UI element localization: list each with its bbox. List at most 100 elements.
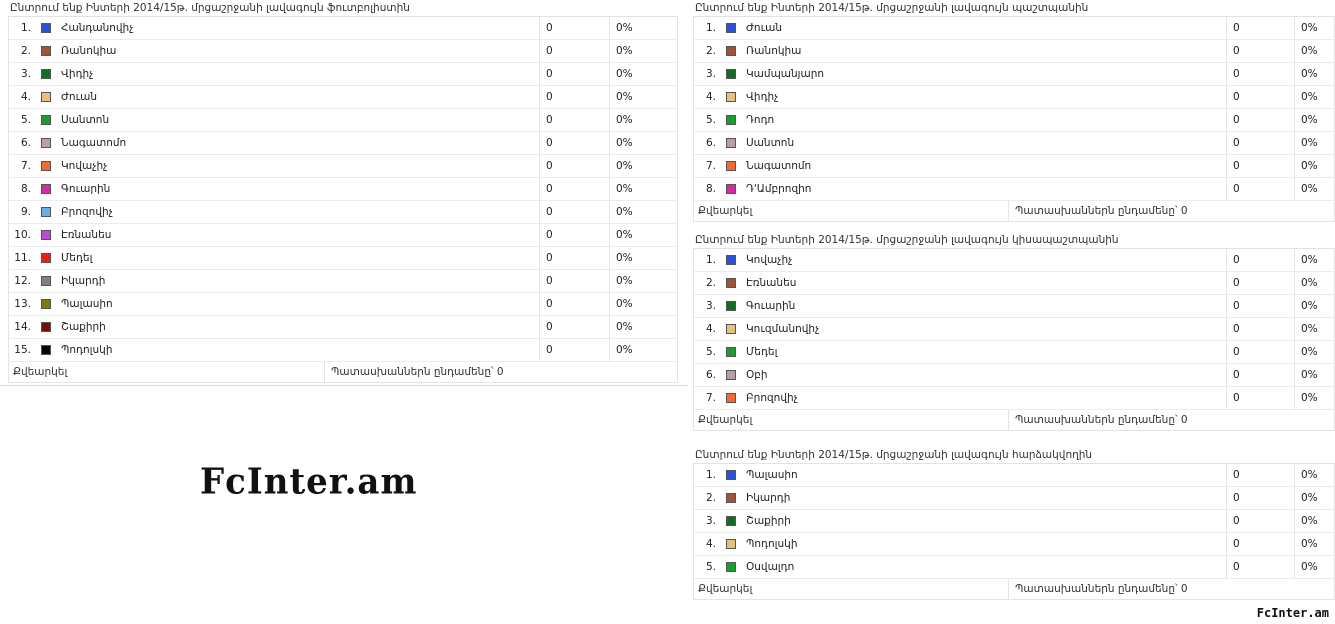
option-count: 0: [1226, 364, 1294, 386]
option-name[interactable]: Օբի: [746, 369, 768, 381]
option-name[interactable]: Դոդո: [746, 114, 774, 126]
option-name[interactable]: Հանդանովիչ: [61, 22, 133, 34]
option-name[interactable]: Կովաչիչ: [61, 160, 107, 172]
option-number: 6.: [705, 369, 716, 381]
option-name[interactable]: Շաքիրի: [746, 515, 791, 527]
poll-option-row[interactable]: 5. Սանտոն 0 0%: [9, 109, 677, 132]
option-name[interactable]: Սանտոն: [61, 114, 109, 126]
option-name[interactable]: Կովաչիչ: [746, 254, 792, 266]
poll-option-row[interactable]: 2. Ռանոկիա 0 0%: [9, 40, 677, 63]
option-name[interactable]: Կամպանյարո: [746, 68, 824, 80]
poll-option-row[interactable]: 1. Պալասիո 0 0%: [694, 464, 1334, 487]
option-name[interactable]: Նագատոմո: [61, 137, 126, 149]
poll-option-row[interactable]: 3. Կամպանյարո 0 0%: [694, 63, 1334, 86]
poll-option-row[interactable]: 8. Դ'Ամբրոզիո 0 0%: [694, 178, 1334, 201]
poll-footer: Քվեարկել Պատասխաններն ընդամենը՝ 0: [8, 362, 678, 383]
option-name[interactable]: Բրոզովիչ: [61, 206, 113, 218]
poll-option-row[interactable]: 2. Էռնանես 0 0%: [694, 272, 1334, 295]
option-name[interactable]: Ռանոկիա: [746, 45, 801, 57]
option-name[interactable]: Դ'Ամբրոզիո: [746, 183, 811, 195]
option-count: 0: [1226, 132, 1294, 154]
poll-option-row[interactable]: 6. Սանտոն 0 0%: [694, 132, 1334, 155]
option-color-swatch: [41, 115, 51, 125]
poll-option-row[interactable]: 4. Վիդիչ 0 0%: [694, 86, 1334, 109]
option-name[interactable]: Նագատոմո: [746, 160, 811, 172]
option-name[interactable]: Մեդել: [61, 252, 92, 264]
poll-option-row[interactable]: 7. Բրոզովիչ 0 0%: [694, 387, 1334, 410]
option-color-swatch: [41, 46, 51, 56]
poll-option-row[interactable]: 5. Մեդել 0 0%: [694, 341, 1334, 364]
poll-option-row[interactable]: 1. Կովաչիչ 0 0%: [694, 249, 1334, 272]
option-percent: 0%: [1294, 17, 1334, 39]
option-count: 0: [1226, 318, 1294, 340]
vote-button[interactable]: Քվեարկել: [9, 362, 324, 382]
poll-option-row[interactable]: 6. Նագատոմո 0 0%: [9, 132, 677, 155]
option-name[interactable]: Մեդել: [746, 346, 777, 358]
poll-option-row[interactable]: 6. Օբի 0 0%: [694, 364, 1334, 387]
option-color-swatch: [726, 493, 736, 503]
poll-option-row[interactable]: 7. Նագատոմո 0 0%: [694, 155, 1334, 178]
option-count: 0: [539, 178, 609, 200]
poll-option-row[interactable]: 3. Գուարին 0 0%: [694, 295, 1334, 318]
poll-option-row[interactable]: 10. Էռնանես 0 0%: [9, 224, 677, 247]
option-number: 4.: [705, 91, 716, 103]
option-name[interactable]: Ժուան: [746, 22, 782, 34]
poll-option-row[interactable]: 4. Պոդոլսկի 0 0%: [694, 533, 1334, 556]
option-count: 0: [539, 63, 609, 85]
option-name[interactable]: Իկարդի: [61, 275, 105, 287]
option-name[interactable]: Պալասիո: [746, 469, 798, 481]
option-name[interactable]: Գուարին: [61, 183, 110, 195]
option-name[interactable]: Վիդիչ: [746, 91, 778, 103]
option-name[interactable]: Վիդիչ: [61, 68, 93, 80]
option-name[interactable]: Իկարդի: [746, 492, 790, 504]
option-number: 5.: [705, 114, 716, 126]
option-name[interactable]: Ռանոկիա: [61, 45, 116, 57]
option-name[interactable]: Էռնանես: [746, 277, 796, 289]
option-name[interactable]: Գուարին: [746, 300, 795, 312]
poll-option-row[interactable]: 13. Պալասիո 0 0%: [9, 293, 677, 316]
option-count: 0: [539, 293, 609, 315]
poll-option-row[interactable]: 5. Դոդո 0 0%: [694, 109, 1334, 132]
poll-option-row[interactable]: 3. Շաքիրի 0 0%: [694, 510, 1334, 533]
option-count: 0: [1226, 40, 1294, 62]
option-color-swatch: [726, 184, 736, 194]
option-percent: 0%: [1294, 533, 1334, 555]
poll-option-row[interactable]: 12. Իկարդի 0 0%: [9, 270, 677, 293]
poll-option-row[interactable]: 3. Վիդիչ 0 0%: [9, 63, 677, 86]
option-name[interactable]: Կուզմանովիչ: [746, 323, 819, 335]
poll-options: 1. Կովաչիչ 0 0% 2. Էռնանես 0 0% 3. Գուարին 0 0% 4. Կո…: [693, 249, 1335, 410]
poll-option-row[interactable]: 11. Մեդել 0 0%: [9, 247, 677, 270]
option-name[interactable]: Ժուան: [61, 91, 97, 103]
option-name[interactable]: Բրոզովիչ: [746, 392, 798, 404]
poll-option-row[interactable]: 4. Ժուան 0 0%: [9, 86, 677, 109]
option-percent: 0%: [1294, 387, 1334, 409]
option-name[interactable]: Օսվալդո: [746, 561, 794, 573]
option-name[interactable]: Էռնանես: [61, 229, 111, 241]
option-count: 0: [1226, 295, 1294, 317]
option-name[interactable]: Պոդոլսկի: [746, 538, 798, 550]
total-answers: Պատասխաններն ընդամենը՝ 0: [1008, 201, 1334, 221]
vote-button[interactable]: Քվեարկել: [694, 410, 1008, 430]
option-count: 0: [539, 40, 609, 62]
poll-option-row[interactable]: 4. Կուզմանովիչ 0 0%: [694, 318, 1334, 341]
option-percent: 0%: [1294, 364, 1334, 386]
poll-option-row[interactable]: 1. Հանդանովիչ 0 0%: [9, 17, 677, 40]
vote-button[interactable]: Քվեարկել: [694, 579, 1008, 599]
vote-button[interactable]: Քվեարկել: [694, 201, 1008, 221]
option-name[interactable]: Պոդոլսկի: [61, 344, 113, 356]
poll-option-row[interactable]: 9. Բրոզովիչ 0 0%: [9, 201, 677, 224]
option-name[interactable]: Պալասիո: [61, 298, 113, 310]
option-percent: 0%: [1294, 249, 1334, 271]
poll-option-row[interactable]: 1. Ժուան 0 0%: [694, 17, 1334, 40]
divider: [0, 385, 688, 386]
poll-option-row[interactable]: 2. Ռանոկիա 0 0%: [694, 40, 1334, 63]
poll-option-row[interactable]: 14. Շաքիրի 0 0%: [9, 316, 677, 339]
option-name[interactable]: Սանտոն: [746, 137, 794, 149]
poll-option-row[interactable]: 15. Պոդոլսկի 0 0%: [9, 339, 677, 362]
poll-option-row[interactable]: 2. Իկարդի 0 0%: [694, 487, 1334, 510]
poll-option-row[interactable]: 5. Օսվալդո 0 0%: [694, 556, 1334, 579]
option-color-swatch: [41, 23, 51, 33]
option-name[interactable]: Շաքիրի: [61, 321, 106, 333]
poll-option-row[interactable]: 7. Կովաչիչ 0 0%: [9, 155, 677, 178]
poll-option-row[interactable]: 8. Գուարին 0 0%: [9, 178, 677, 201]
